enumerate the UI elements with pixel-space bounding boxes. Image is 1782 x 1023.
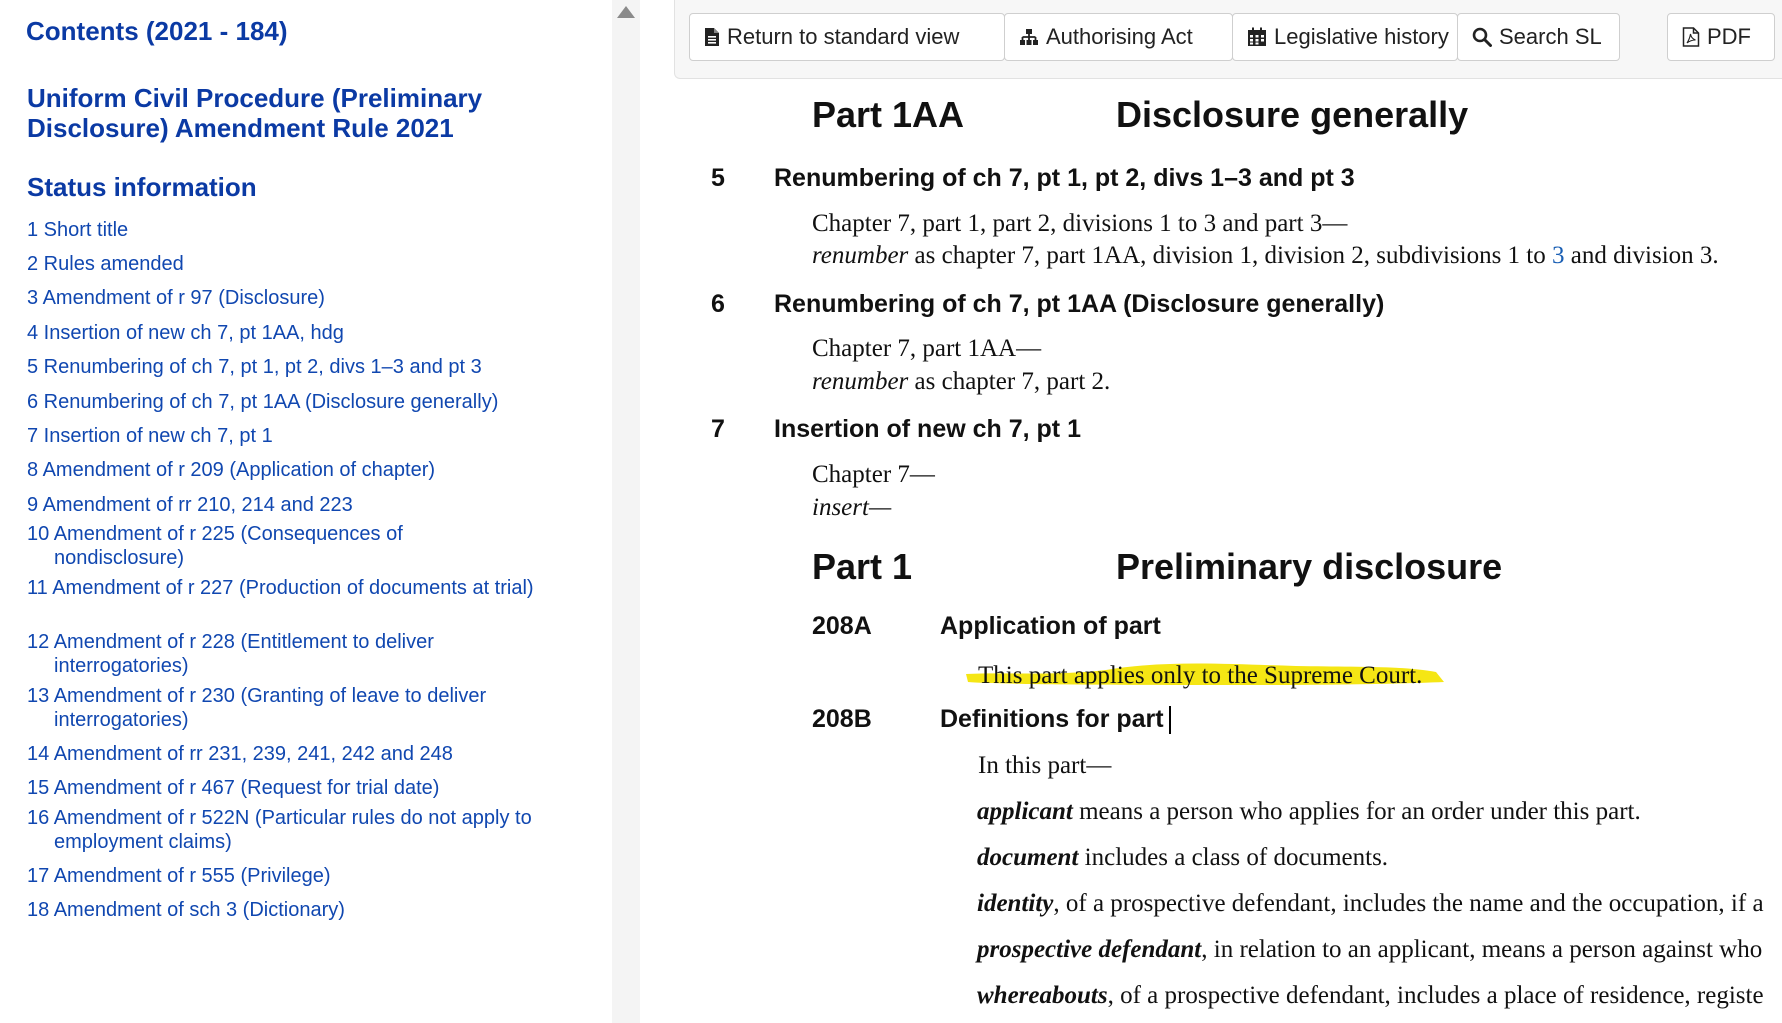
pdf-label: PDF [1707,24,1751,49]
search-icon [1472,27,1492,47]
legislation-document: Part 1AA Disclosure generally 5 Renumber… [676,78,1782,1023]
authorising-act-label: Authorising Act [1046,24,1193,49]
section-6-number: 6 [711,290,725,318]
toc-item-10[interactable]: 10 Amendment of r 225 (Consequences of n… [27,522,494,570]
toc-item-16[interactable]: 16 Amendment of r 522N (Particular rules… [27,806,554,854]
rule-208b-intro: In this part— [978,752,1112,779]
legislation-title-link[interactable]: Uniform Civil Procedure (Preliminary Dis… [27,83,547,143]
section-5-text-line2: renumber as chapter 7, part 1AA, divisio… [812,242,1719,270]
text-cursor [1169,706,1171,734]
s6-line2-rest: as chapter 7, part 2. [908,368,1111,395]
toc-item-13[interactable]: 13 Amendment of r 230 (Granting of leave… [27,684,534,732]
toc-item-5[interactable]: 5 Renumbering of ch 7, pt 1, pt 2, divs … [27,355,547,379]
part-1-number: Part 1 [812,546,913,587]
toc-item-8[interactable]: 8 Amendment of r 209 (Application of cha… [27,458,547,482]
renumber-italic: renumber [812,242,909,269]
sidebar-scrollbar[interactable] [612,0,640,1023]
term-document: document [977,844,1079,871]
s5-line2-part-b: and division 3. [1564,242,1719,269]
rule-208a-heading: Application of part [940,612,1161,640]
return-to-standard-view-button[interactable]: Return to standard view [689,13,1005,61]
authorising-act-button[interactable]: Authorising Act [1004,13,1233,61]
section-5-heading: Renumbering of ch 7, pt 1, pt 2, divs 1–… [774,164,1355,192]
rule-208b-number: 208B [812,705,872,733]
toc-item-15[interactable]: 15 Amendment of r 467 (Request for trial… [27,776,547,800]
section-6-text-line1: Chapter 7, part 1AA— [812,335,1042,362]
definition-whereabouts: whereabouts, of a prospective defendant,… [977,982,1764,1010]
section-6-heading: Renumbering of ch 7, pt 1AA (Disclosure … [774,290,1385,318]
scroll-up-arrow-icon[interactable] [617,6,635,18]
contents-heading[interactable]: Contents (2021 - 184) [26,16,288,47]
part-1aa-number: Part 1AA [812,94,965,135]
rule-208a-text: This part applies only to the Supreme Co… [978,662,1423,689]
rule-208b-heading: Definitions for part [940,705,1164,733]
toc-item-3[interactable]: 3 Amendment of r 97 (Disclosure) [27,286,547,310]
toc-item-4[interactable]: 4 Insertion of new ch 7, pt 1AA, hdg [27,321,547,345]
definition-prospective-defendant-text: , in relation to an applicant, means a p… [1201,936,1763,963]
pdf-file-icon [1682,27,1700,47]
section-7-text-line2: insert— [812,494,891,522]
definition-prospective-defendant: prospective defendant, in relation to an… [977,936,1762,964]
section-5-number: 5 [711,164,725,192]
definition-document-text: includes a class of documents. [1078,844,1389,871]
toc-item-12[interactable]: 12 Amendment of r 228 (Entitlement to de… [27,630,494,678]
toc-item-17[interactable]: 17 Amendment of r 555 (Privilege) [27,864,547,888]
toc-item-1[interactable]: 1 Short title [27,218,547,242]
definition-applicant-text: means a person who applies for an order … [1072,798,1641,825]
document-icon [705,28,719,46]
legislative-history-button[interactable]: Legislative history [1232,13,1458,61]
definition-identity: identity, of a prospective defendant, in… [977,890,1764,918]
sitemap-icon [1020,29,1038,45]
term-identity: identity [977,890,1054,917]
definition-identity-text: , of a prospective defendant, includes t… [1053,890,1764,917]
toc-item-14[interactable]: 14 Amendment of rr 231, 239, 241, 242 an… [27,742,547,766]
calendar-icon [1248,27,1266,46]
toc-item-18[interactable]: 18 Amendment of sch 3 (Dictionary) [27,898,547,922]
return-to-standard-view-label: Return to standard view [727,24,960,49]
search-sl-label: Search SL [1499,24,1602,49]
toc-item-9[interactable]: 9 Amendment of rr 210, 214 and 223 [27,493,547,517]
section-7-heading: Insertion of new ch 7, pt 1 [774,415,1081,443]
pdf-button[interactable]: PDF [1667,13,1775,61]
rule-208a-number: 208A [812,612,872,640]
definition-whereabouts-text: , of a prospective defendant, includes a… [1107,982,1764,1009]
term-prospective-defendant: prospective defendant [977,936,1202,963]
search-sl-button[interactable]: Search SL [1457,13,1620,61]
toolbar: Return to standard view Authorising Act … [674,0,1782,79]
part-1-title: Preliminary disclosure [1116,546,1503,587]
legislative-history-label: Legislative history [1274,24,1449,49]
toc-item-11[interactable]: 11 Amendment of r 227 (Production of doc… [27,576,534,600]
subdivision-3-link[interactable]: 3 [1552,242,1565,269]
toc-item-6[interactable]: 6 Renumbering of ch 7, pt 1AA (Disclosur… [27,390,547,414]
toc-item-2[interactable]: 2 Rules amended [27,252,547,276]
contents-sidebar: Contents (2021 - 184) Uniform Civil Proc… [0,0,612,1023]
section-7-text-line1: Chapter 7— [812,461,935,488]
s5-line2-part-a: as chapter 7, part 1AA, division 1, divi… [908,242,1552,269]
term-whereabouts: whereabouts [977,982,1108,1009]
section-5-text-line1: Chapter 7, part 1, part 2, divisions 1 t… [812,210,1348,237]
renumber-italic-2: renumber [812,368,909,395]
toc-item-7[interactable]: 7 Insertion of new ch 7, pt 1 [27,424,547,448]
section-7-number: 7 [711,415,725,443]
term-applicant: applicant [977,798,1073,825]
insert-italic: insert— [812,494,892,521]
legislation-title-line2[interactable]: Disclosure) Amendment Rule 2021 [27,113,547,143]
section-6-text-line2: renumber as chapter 7, part 2. [812,368,1110,396]
legislation-title-line1[interactable]: Uniform Civil Procedure (Preliminary [27,83,547,113]
definition-document: document includes a class of documents. [977,844,1388,872]
status-information-link[interactable]: Status information [27,172,257,203]
definition-applicant: applicant means a person who applies for… [977,798,1641,826]
part-1aa-title: Disclosure generally [1116,94,1469,135]
